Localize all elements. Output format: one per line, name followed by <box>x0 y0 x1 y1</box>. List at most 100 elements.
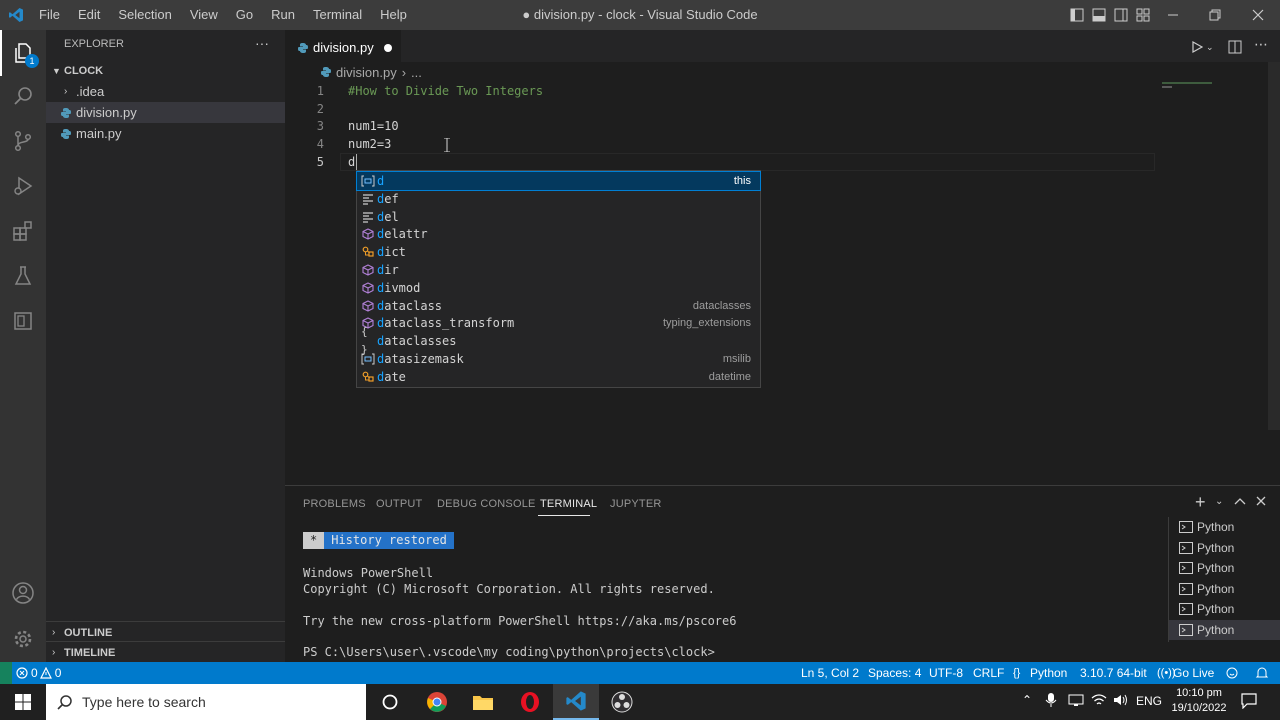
manage-gear-icon[interactable] <box>0 616 46 662</box>
windows-start-icon[interactable] <box>0 684 46 720</box>
suggestion-item[interactable]: divmod <box>357 279 760 297</box>
restore-button[interactable] <box>1192 0 1238 30</box>
tab-output[interactable]: OUTPUT <box>376 498 422 510</box>
obs-icon[interactable] <box>599 684 645 720</box>
toggle-sidebar-icon[interactable] <box>1066 0 1088 30</box>
minimize-button[interactable] <box>1150 0 1196 30</box>
terminal-instance[interactable]: Python <box>1169 517 1280 537</box>
remote-indicator[interactable] <box>0 662 12 684</box>
new-terminal-icon[interactable]: + <box>1195 492 1206 513</box>
suggestion-item[interactable]: dataclass dataclasses <box>357 297 760 315</box>
menu-go[interactable]: Go <box>227 0 262 30</box>
more-actions-icon[interactable]: ··· <box>255 35 269 51</box>
source-control-icon[interactable] <box>0 118 46 164</box>
suggestion-item[interactable]: date datetime <box>357 368 760 386</box>
language-mode[interactable]: Python <box>1030 662 1067 684</box>
python-interpreter[interactable]: 3.10.7 64-bit <box>1080 662 1147 684</box>
accounts-icon[interactable] <box>0 570 46 616</box>
run-dropdown-icon[interactable]: ⌄ <box>1206 38 1218 56</box>
menu-run[interactable]: Run <box>262 0 304 30</box>
testing-icon[interactable] <box>0 253 46 299</box>
code-line-2[interactable]: 2 <box>290 100 1160 118</box>
menu-file[interactable]: File <box>30 0 69 30</box>
encoding[interactable]: UTF-8 <box>929 662 963 684</box>
suggestion-item[interactable]: { } dataclasses <box>357 325 760 356</box>
close-window-button[interactable] <box>1236 0 1280 30</box>
action-center-icon[interactable] <box>1241 693 1257 712</box>
tab-division-py[interactable]: division.py <box>285 30 401 65</box>
maximize-panel-icon[interactable] <box>1234 494 1246 509</box>
terminal-instance[interactable]: Python <box>1169 620 1280 640</box>
taskbar-clock[interactable]: 10:10 pm 19/10/2022 <box>1170 686 1228 716</box>
terminal-instance[interactable]: Python <box>1169 599 1280 619</box>
indentation[interactable]: Spaces: 4 <box>868 662 921 684</box>
code-line-5[interactable]: 5 d <box>290 153 1160 171</box>
suggestion-item[interactable]: d this <box>356 171 761 191</box>
suggestion-item[interactable]: dataclass_transform typing_extensions <box>357 314 760 332</box>
microphone-icon[interactable] <box>1045 692 1057 711</box>
input-language[interactable]: ENG <box>1136 694 1162 708</box>
search-icon[interactable] <box>0 73 46 119</box>
remote-explorer-icon[interactable] <box>0 298 46 344</box>
menu-edit[interactable]: Edit <box>69 0 109 30</box>
tree-item-division[interactable]: division.py <box>46 102 285 123</box>
toggle-panel-icon[interactable] <box>1088 0 1110 30</box>
terminal-prompt[interactable]: PS C:\Users\user\.vscode\my coding\pytho… <box>303 644 715 660</box>
wifi-icon[interactable] <box>1091 693 1107 710</box>
breadcrumb-symbols[interactable]: ... <box>411 65 422 80</box>
end-of-line[interactable]: CRLF <box>973 662 1004 684</box>
vscode-taskbar-icon[interactable] <box>553 684 599 720</box>
tab-jupyter[interactable]: JUPYTER <box>610 498 662 510</box>
toggle-secondary-sidebar-icon[interactable] <box>1110 0 1132 30</box>
run-python-icon[interactable] <box>1188 38 1206 56</box>
timeline-section[interactable]: › TIMELINE <box>46 641 285 663</box>
menu-view[interactable]: View <box>181 0 227 30</box>
file-explorer-icon[interactable] <box>460 684 506 720</box>
explorer-icon[interactable]: 1 <box>0 30 46 76</box>
editor-scrollbar[interactable] <box>1268 62 1280 430</box>
suggestion-item[interactable]: datasizemask msilib <box>357 350 760 368</box>
tab-problems[interactable]: PROBLEMS <box>303 498 366 510</box>
suggestion-item[interactable]: def <box>357 190 760 208</box>
unsaved-dot-icon[interactable] <box>383 43 392 52</box>
menu-help[interactable]: Help <box>371 0 416 30</box>
tab-terminal[interactable]: TERMINAL <box>540 498 597 510</box>
notifications-icon[interactable] <box>1255 662 1269 684</box>
tree-item-main[interactable]: main.py <box>46 123 285 144</box>
go-live-button[interactable]: Go Live <box>1173 662 1214 684</box>
network-status-icon[interactable] <box>1068 693 1084 710</box>
chrome-icon[interactable] <box>414 684 460 720</box>
cortana-icon[interactable] <box>367 684 413 720</box>
opera-icon[interactable] <box>507 684 553 720</box>
tree-item-idea[interactable]: › .idea <box>46 81 285 102</box>
tab-debug-console[interactable]: DEBUG CONSOLE <box>437 498 536 510</box>
menu-terminal[interactable]: Terminal <box>304 0 371 30</box>
outline-section[interactable]: › OUTLINE <box>46 621 285 643</box>
code-line-4[interactable]: 4 num2=3 <box>290 135 1160 153</box>
cursor-position[interactable]: Ln 5, Col 2 <box>801 662 859 684</box>
suggestion-item[interactable]: del <box>357 208 760 226</box>
breadcrumb-file[interactable]: division.py <box>336 65 397 80</box>
suggestion-item[interactable]: dir <box>357 261 760 279</box>
code-line-1[interactable]: 1 #How to Divide Two Integers <box>290 82 1160 100</box>
show-hidden-icons-icon[interactable]: ⌃ <box>1022 693 1032 707</box>
problems-status[interactable]: 0 0 <box>16 662 61 684</box>
extensions-icon[interactable] <box>0 208 46 254</box>
close-panel-icon[interactable] <box>1256 494 1266 509</box>
menu-selection[interactable]: Selection <box>109 0 180 30</box>
terminal-dropdown-icon[interactable]: ⌄ <box>1215 496 1223 507</box>
suggestion-rest: ataclasses <box>384 334 457 349</box>
taskbar-search[interactable]: Type here to search <box>46 684 366 720</box>
editor-more-icon[interactable]: ⋯ <box>1252 36 1270 54</box>
feedback-icon[interactable] <box>1225 662 1239 684</box>
terminal-instance[interactable]: Python <box>1169 538 1280 558</box>
suggestion-item[interactable]: delattr <box>357 225 760 243</box>
volume-icon[interactable] <box>1113 693 1129 710</box>
terminal-instance[interactable]: Python <box>1169 558 1280 578</box>
run-debug-icon[interactable] <box>0 163 46 209</box>
suggestion-item[interactable]: dict <box>357 243 760 261</box>
terminal-instance[interactable]: Python <box>1169 579 1280 599</box>
code-line-3[interactable]: 3 num1=10 <box>290 117 1160 135</box>
folder-clock[interactable]: ▼ CLOCK <box>46 60 285 81</box>
split-editor-icon[interactable] <box>1226 38 1244 56</box>
